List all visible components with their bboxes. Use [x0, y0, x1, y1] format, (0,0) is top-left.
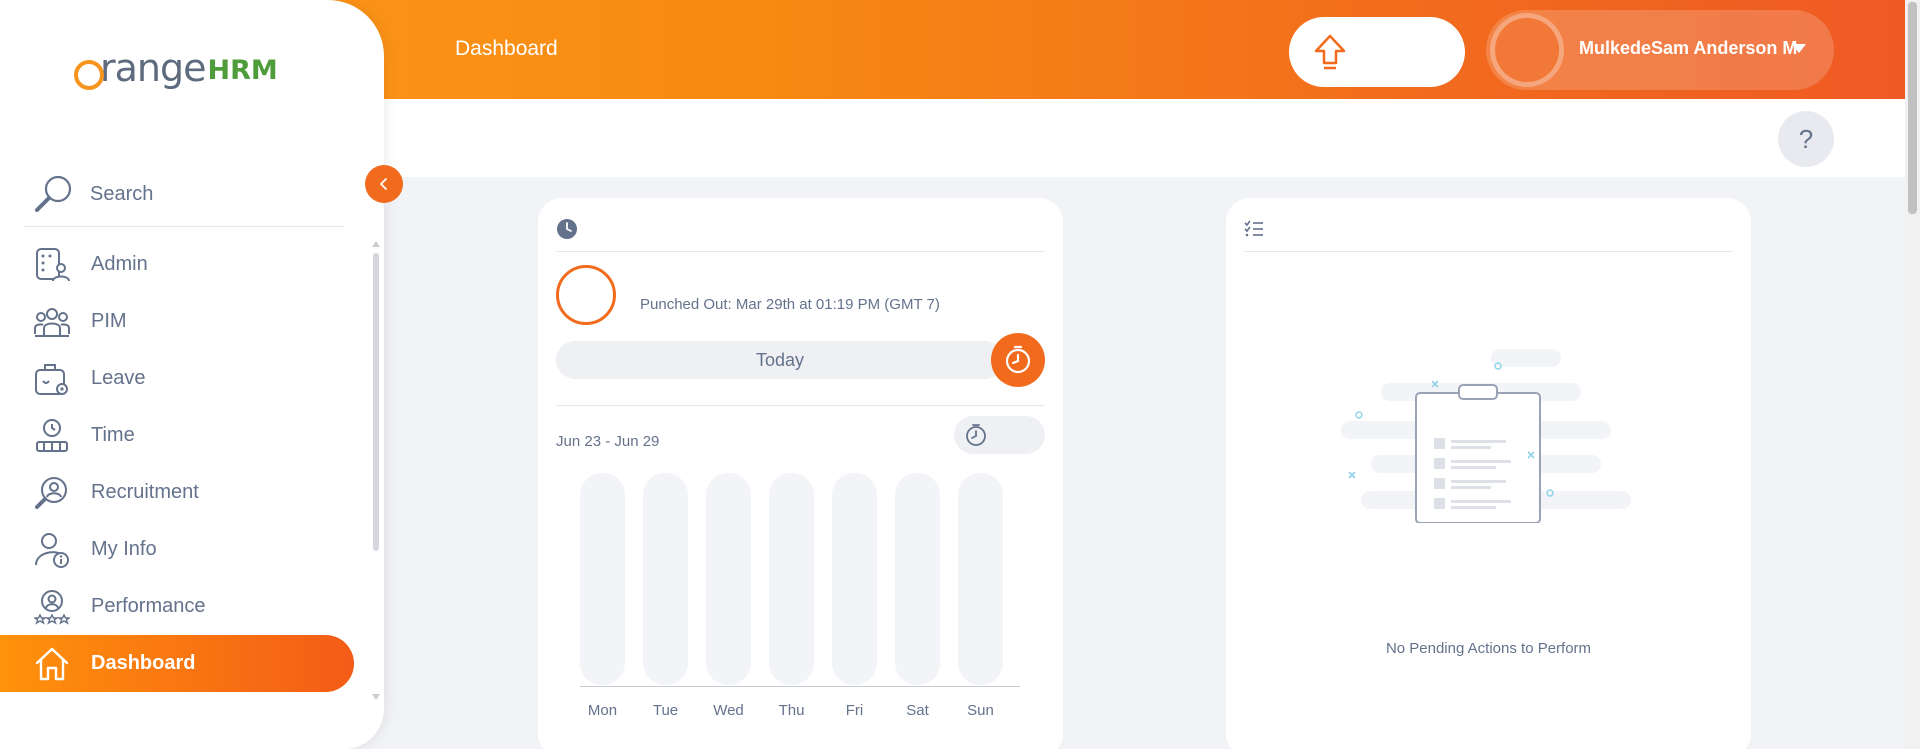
- logo-hrm-text: HRM: [207, 55, 278, 86]
- user-name: MulkedeSam Anderson M: [1579, 38, 1798, 58]
- sidebar-item-label: Leave: [91, 367, 146, 389]
- bar-wed: [706, 473, 751, 685]
- page-title: Dashboard: [455, 37, 558, 60]
- punch-button[interactable]: [991, 333, 1045, 387]
- stopwatch-icon: [1005, 345, 1031, 374]
- collapse-sidebar-button[interactable]: [365, 165, 403, 203]
- sidebar-item-label: Time: [91, 424, 135, 446]
- day-label: Tue: [652, 702, 679, 719]
- bar-sat: [895, 473, 940, 685]
- recruitment-icon: [35, 476, 67, 509]
- day-label: Fri: [845, 702, 864, 719]
- empty-clipboard-illustration: [1341, 349, 1631, 523]
- day-label: Sat: [906, 702, 929, 719]
- search-input[interactable]: [90, 183, 310, 206]
- search-icon: [35, 175, 72, 212]
- upgrade-arrow-icon: [1314, 34, 1346, 70]
- today-summary: Today: [556, 341, 1004, 379]
- sidebar-item-label: Dashboard: [91, 652, 196, 674]
- help-button[interactable]: ?: [1778, 111, 1834, 167]
- sidebar-item-label: My Info: [91, 538, 157, 560]
- card-header: [556, 218, 1045, 252]
- sidebar-item-label: Performance: [91, 595, 206, 617]
- punch-avatar: [556, 265, 616, 325]
- day-label: Thu: [778, 702, 805, 719]
- day-labels: Mon Tue Wed Thu Fri Sat Sun: [580, 702, 1020, 722]
- chart-baseline: [580, 686, 1020, 687]
- week-total: [954, 416, 1045, 454]
- clock-icon: [557, 219, 577, 239]
- user-dropdown[interactable]: MulkedeSam Anderson M: [1486, 10, 1834, 90]
- week-range: Jun 23 - Jun 29: [556, 433, 660, 450]
- bar-tue: [643, 473, 688, 685]
- upgrade-button[interactable]: [1289, 17, 1465, 87]
- my-info-icon: [35, 532, 69, 568]
- stopwatch-icon: [966, 424, 986, 446]
- bar-sun: [958, 473, 1003, 685]
- admin-icon: [36, 247, 70, 281]
- divider: [556, 405, 1045, 406]
- sidebar-item-label: Recruitment: [91, 481, 199, 503]
- orange-logo-icon: [74, 60, 104, 90]
- home-icon: [35, 647, 69, 680]
- logo[interactable]: range HRM: [74, 46, 278, 90]
- sidebar-item-label: PIM: [91, 310, 127, 332]
- pim-icon: [34, 307, 70, 337]
- avatar[interactable]: [1490, 13, 1564, 87]
- day-label: Sun: [967, 702, 994, 719]
- bar-thu: [769, 473, 814, 685]
- sidebar-item-pim[interactable]: PIM: [0, 293, 354, 350]
- sidebar-item-my-info[interactable]: My Info: [0, 521, 354, 578]
- sidebar: range HRM Admin: [0, 0, 384, 749]
- time-icon: [36, 418, 68, 452]
- list-check-icon: [1244, 220, 1263, 237]
- search-box[interactable]: [24, 163, 344, 227]
- sidebar-item-admin[interactable]: Admin: [0, 236, 354, 293]
- empty-message: No Pending Actions to Perform: [1385, 640, 1592, 657]
- bar-mon: [580, 473, 625, 685]
- sidebar-item-recruitment[interactable]: Recruitment: [0, 464, 354, 521]
- day-label: Mon: [587, 702, 618, 719]
- main-menu: Admin PIM Leave Time Recruitment My Info…: [0, 236, 354, 692]
- sidebar-scroll-thumb[interactable]: [373, 253, 379, 551]
- scroll-down-arrow-icon[interactable]: [372, 694, 380, 700]
- sidebar-item-dashboard[interactable]: Dashboard: [0, 635, 354, 692]
- my-actions-card: No Pending Actions to Perform: [1226, 198, 1751, 749]
- logo-text: range: [100, 46, 206, 90]
- day-label: Wed: [713, 702, 744, 719]
- weekly-bars: [580, 473, 1020, 687]
- chevron-left-icon: [380, 178, 387, 190]
- performance-icon: [34, 589, 70, 625]
- caret-down-icon[interactable]: [1792, 44, 1806, 53]
- sidebar-item-leave[interactable]: Leave: [0, 350, 354, 407]
- bar-fri: [832, 473, 877, 685]
- time-at-work-card: Punched Out: Mar 29th at 01:19 PM (GMT 7…: [538, 198, 1063, 749]
- sidebar-item-time[interactable]: Time: [0, 407, 354, 464]
- scroll-up-arrow-icon[interactable]: [372, 241, 380, 247]
- sidebar-item-performance[interactable]: Performance: [0, 578, 354, 635]
- leave-icon: [35, 363, 68, 395]
- sidebar-item-label: Admin: [91, 253, 148, 275]
- card-header: [1244, 218, 1733, 252]
- page-scroll-thumb[interactable]: [1908, 2, 1917, 214]
- punch-status: Punched Out: Mar 29th at 01:19 PM (GMT 7…: [640, 296, 940, 313]
